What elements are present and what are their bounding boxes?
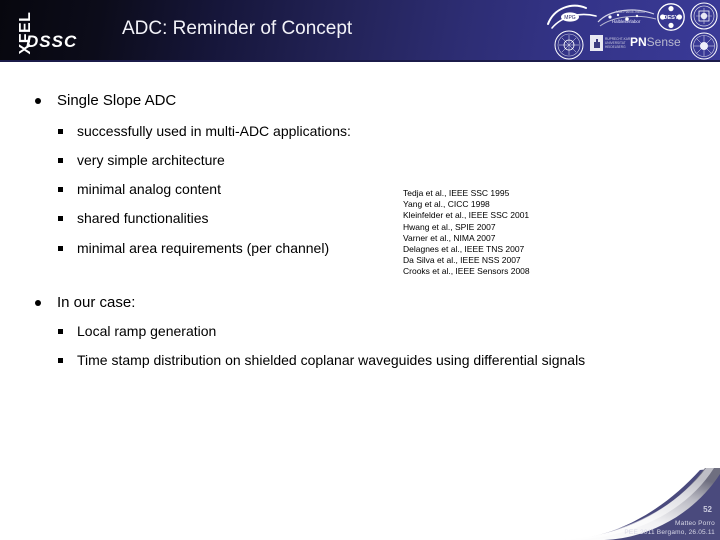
bullet-square-icon (58, 358, 63, 363)
sub-bullet-label: successfully used in multi-ADC applicati… (77, 123, 351, 139)
bullet-label: Single Slope ADC (57, 92, 177, 109)
pnsense-suffix: Sense (646, 35, 681, 49)
reference-item: Tedja et al., IEEE SSC 1995 (403, 188, 510, 198)
reference-item: Crooks et al., IEEE Sensors 2008 (403, 266, 530, 277)
reference-item: Da Silva et al., IEEE NSS 2007 (403, 255, 521, 266)
svg-text:Halbleiterlabor: Halbleiterlabor (612, 19, 641, 24)
bullet-square-icon (58, 158, 63, 163)
reference-item: Varner et al., NIMA 2007 (403, 232, 496, 243)
dssc-logo-text: DSSC (26, 32, 78, 51)
reference-item: Yang et al., CICC 1998 (403, 199, 490, 210)
svg-text:DESY: DESY (663, 15, 679, 21)
svg-text:Max-Planck-Institut: Max-Planck-Institut (616, 10, 645, 14)
sub-bullet-label: minimal area requirements (per channel) (77, 240, 330, 256)
bullet-square-icon (58, 246, 63, 251)
slide-title: ADC: Reminder of Concept (122, 18, 353, 39)
pnsense-prefix: PN (630, 35, 647, 49)
bullet-label: In our case: (57, 294, 136, 311)
desy-logo: DESY (656, 2, 686, 32)
reference-list: Tedja et al., IEEE SSC 1995 Yang et al.,… (403, 188, 603, 278)
universita-pavia-seal (690, 2, 718, 30)
bullet-square-icon (58, 187, 63, 192)
sub-bullet-label: Time stamp distribution on shielded copl… (77, 352, 586, 368)
slide-header: XFEL DSSC ADC: Reminder of Concept MPG M… (0, 0, 720, 62)
svg-text:MPG: MPG (564, 15, 576, 21)
slide-content: Single Slope ADC successfully used in mu… (0, 62, 720, 540)
slide: XFEL DSSC ADC: Reminder of Concept MPG M… (0, 0, 720, 540)
politecnico-milano-seal (554, 30, 584, 60)
reference-item: Delagnes et al., IEEE TNS 2007 (403, 244, 525, 255)
mpi-halbleiterlabor-logo: Max-Planck-Institut Halbleiterlabor (596, 6, 658, 30)
mpi-logo: MPG (546, 4, 600, 30)
sub-bullet-label: Local ramp generation (77, 323, 217, 339)
svg-text:HEIDELBERG: HEIDELBERG (605, 45, 626, 49)
reference-item: Hwang et al., SPIE 2007 (403, 221, 496, 232)
pnsense-logo: PNSense (630, 36, 681, 48)
bullet-dot-icon (35, 300, 41, 306)
heidelberg-logo: RUPRECHT-KARLS- UNIVERSITAT HEIDELBERG (590, 34, 630, 52)
sub-bullet-label: very simple architecture (77, 152, 225, 168)
universita-bergamo-seal (690, 32, 718, 60)
sub-bullet-label: minimal analog content (77, 181, 221, 197)
bullet-square-icon (58, 329, 63, 334)
bullet-square-icon (58, 129, 63, 134)
bullet-dot-icon (35, 98, 41, 104)
partner-logo-cluster: MPG Max-Planck-Institut Halbleiterlabor (538, 0, 720, 62)
bullet-square-icon (58, 216, 63, 221)
reference-item: Kleinfelder et al., IEEE SSC 2001 (403, 210, 530, 221)
sub-bullet-label: shared functionalities (77, 210, 209, 226)
